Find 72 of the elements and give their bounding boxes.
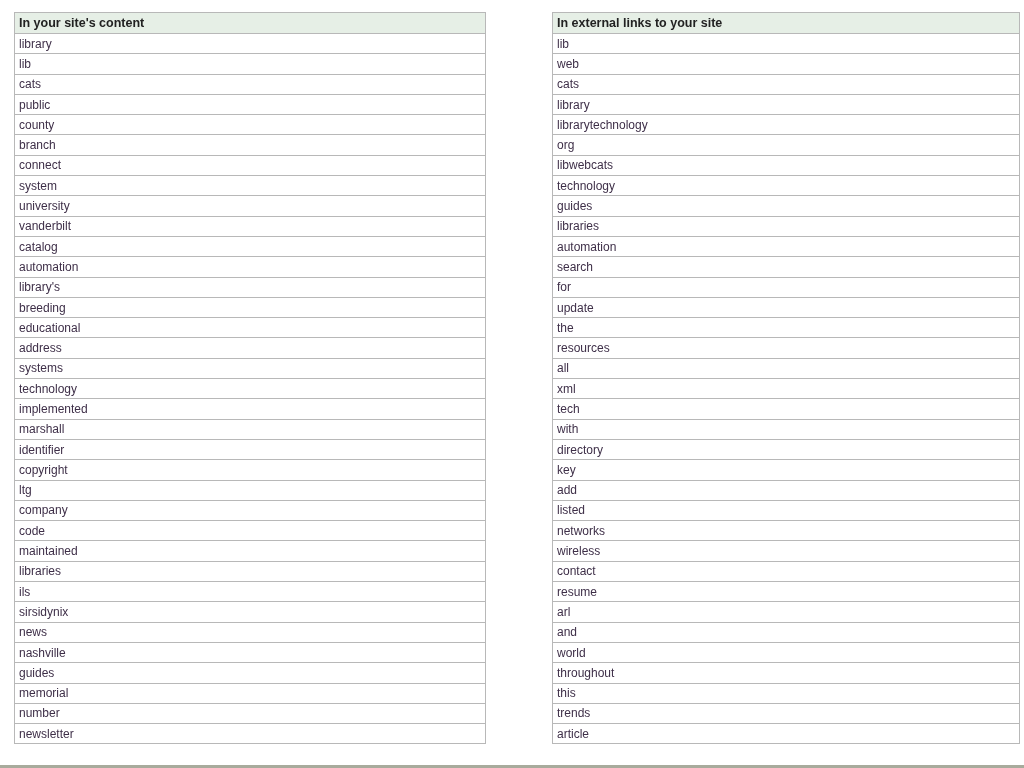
column-header: In your site's content (14, 12, 486, 34)
keyword-cell: technology (14, 378, 486, 399)
keyword-cell: system (14, 175, 486, 196)
keyword-cell: university (14, 195, 486, 217)
keyword-cell: library (552, 94, 1020, 115)
keyword-cell: ltg (14, 480, 486, 501)
keyword-cell: newsletter (14, 723, 486, 744)
keyword-cell: libwebcats (552, 155, 1020, 176)
keyword-cell: for (552, 277, 1020, 298)
keyword-cell: copyright (14, 459, 486, 481)
keyword-cell: contact (552, 561, 1020, 582)
keyword-cell: add (552, 480, 1020, 501)
keyword-cell: connect (14, 155, 486, 176)
keyword-cell: search (552, 256, 1020, 278)
keyword-cell: librarytechnology (552, 114, 1020, 135)
keyword-cell: guides (552, 195, 1020, 217)
keyword-cell: library (14, 33, 486, 54)
keyword-cell: libraries (14, 561, 486, 582)
keyword-cell: throughout (552, 662, 1020, 683)
keyword-cell: this (552, 683, 1020, 704)
keyword-cell: cats (14, 74, 486, 95)
keyword-cell: xml (552, 378, 1020, 399)
keyword-cell: tech (552, 398, 1020, 420)
keyword-cell: with (552, 419, 1020, 440)
keyword-cell: nashville (14, 642, 486, 663)
keyword-cell: sirsidynix (14, 601, 486, 623)
keyword-cell: branch (14, 135, 486, 156)
keyword-cell: identifier (14, 439, 486, 460)
keyword-cell: world (552, 642, 1020, 663)
keyword-cell: automation (552, 236, 1020, 257)
keyword-cell: the (552, 317, 1020, 338)
keyword-cell: and (552, 622, 1020, 643)
keyword-cell: wireless (552, 540, 1020, 562)
keyword-cell: county (14, 114, 486, 135)
keyword-cell: code (14, 520, 486, 541)
keyword-cell: breeding (14, 297, 486, 318)
keyword-cell: ils (14, 581, 486, 602)
keyword-cell: memorial (14, 683, 486, 704)
keyword-cell: key (552, 459, 1020, 481)
keyword-cell: library's (14, 277, 486, 298)
keyword-cell: news (14, 622, 486, 643)
keyword-cell: educational (14, 317, 486, 338)
keyword-cell: libraries (552, 216, 1020, 237)
keyword-cell: update (552, 297, 1020, 318)
keyword-cell: guides (14, 662, 486, 683)
keyword-cell: systems (14, 358, 486, 379)
keyword-cell: company (14, 500, 486, 521)
keyword-cell: arl (552, 601, 1020, 623)
keyword-cell: all (552, 358, 1020, 379)
keyword-cell: listed (552, 500, 1020, 521)
keyword-cell: vanderbilt (14, 216, 486, 237)
keyword-cell: automation (14, 256, 486, 278)
keyword-cell: number (14, 703, 486, 724)
column-header: In external links to your site (552, 12, 1020, 34)
keyword-cell: networks (552, 520, 1020, 541)
keyword-cell: maintained (14, 540, 486, 562)
keyword-cell: implemented (14, 398, 486, 420)
keyword-cell: article (552, 723, 1020, 744)
keyword-cell: cats (552, 74, 1020, 95)
keyword-cell: public (14, 94, 486, 115)
keyword-cell: resume (552, 581, 1020, 602)
keyword-cell: resources (552, 337, 1020, 359)
keyword-cell: lib (552, 33, 1020, 54)
keyword-cell: marshall (14, 419, 486, 440)
keyword-cell: address (14, 337, 486, 359)
keyword-cell: org (552, 135, 1020, 156)
keyword-cell: catalog (14, 236, 486, 257)
keyword-cell: lib (14, 53, 486, 75)
keyword-cell: technology (552, 175, 1020, 196)
keyword-cell: trends (552, 703, 1020, 724)
keyword-cell: web (552, 53, 1020, 75)
keyword-cell: directory (552, 439, 1020, 460)
